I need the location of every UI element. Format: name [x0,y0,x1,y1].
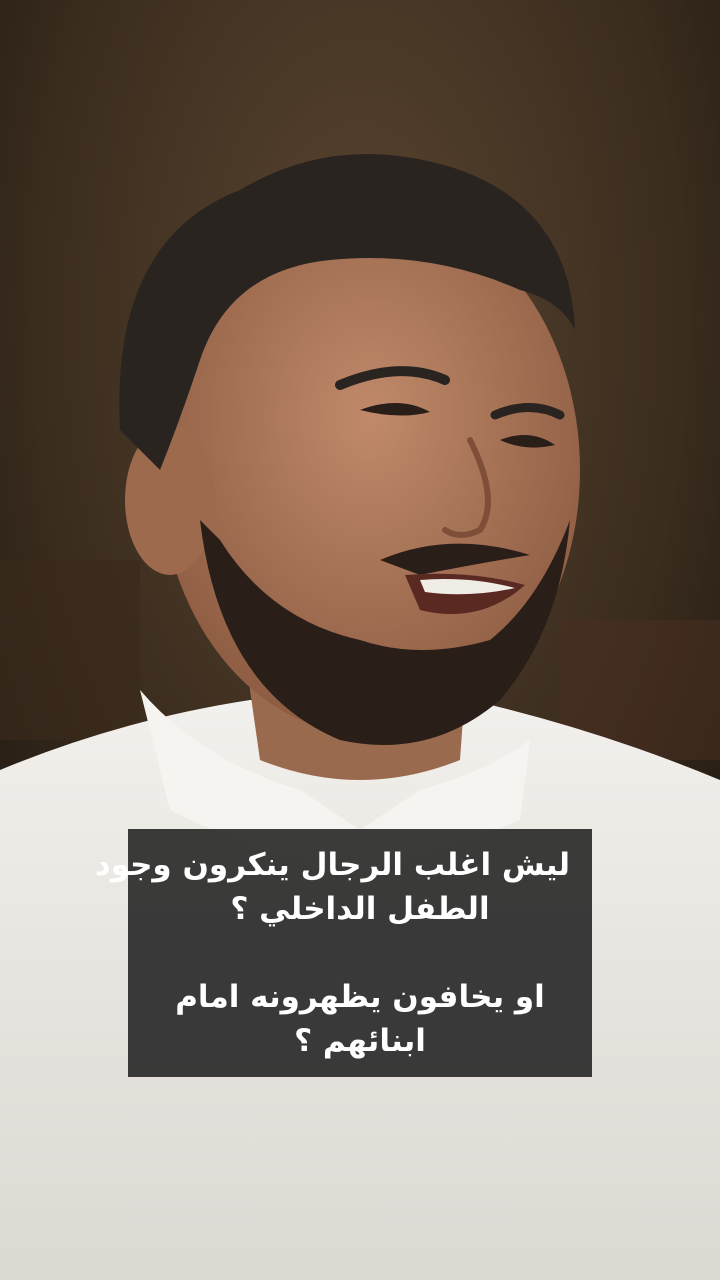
video-frame: ليش اغلب الرجال ينكرون وجود الطفل الداخل… [0,0,720,1280]
caption-line-4: ابنائهم ؟ [294,1023,426,1059]
caption-line-2: الطفل الداخلي ؟ [230,891,490,927]
caption-line-1: ليش اغلب الرجال ينكرون وجود [94,847,570,883]
video-still-image [0,0,720,1280]
caption-box: ليش اغلب الرجال ينكرون وجود الطفل الداخل… [94,829,592,1077]
background-shadow [0,560,140,740]
caption-line-3: او يخافون يظهرونه امام [175,979,545,1015]
